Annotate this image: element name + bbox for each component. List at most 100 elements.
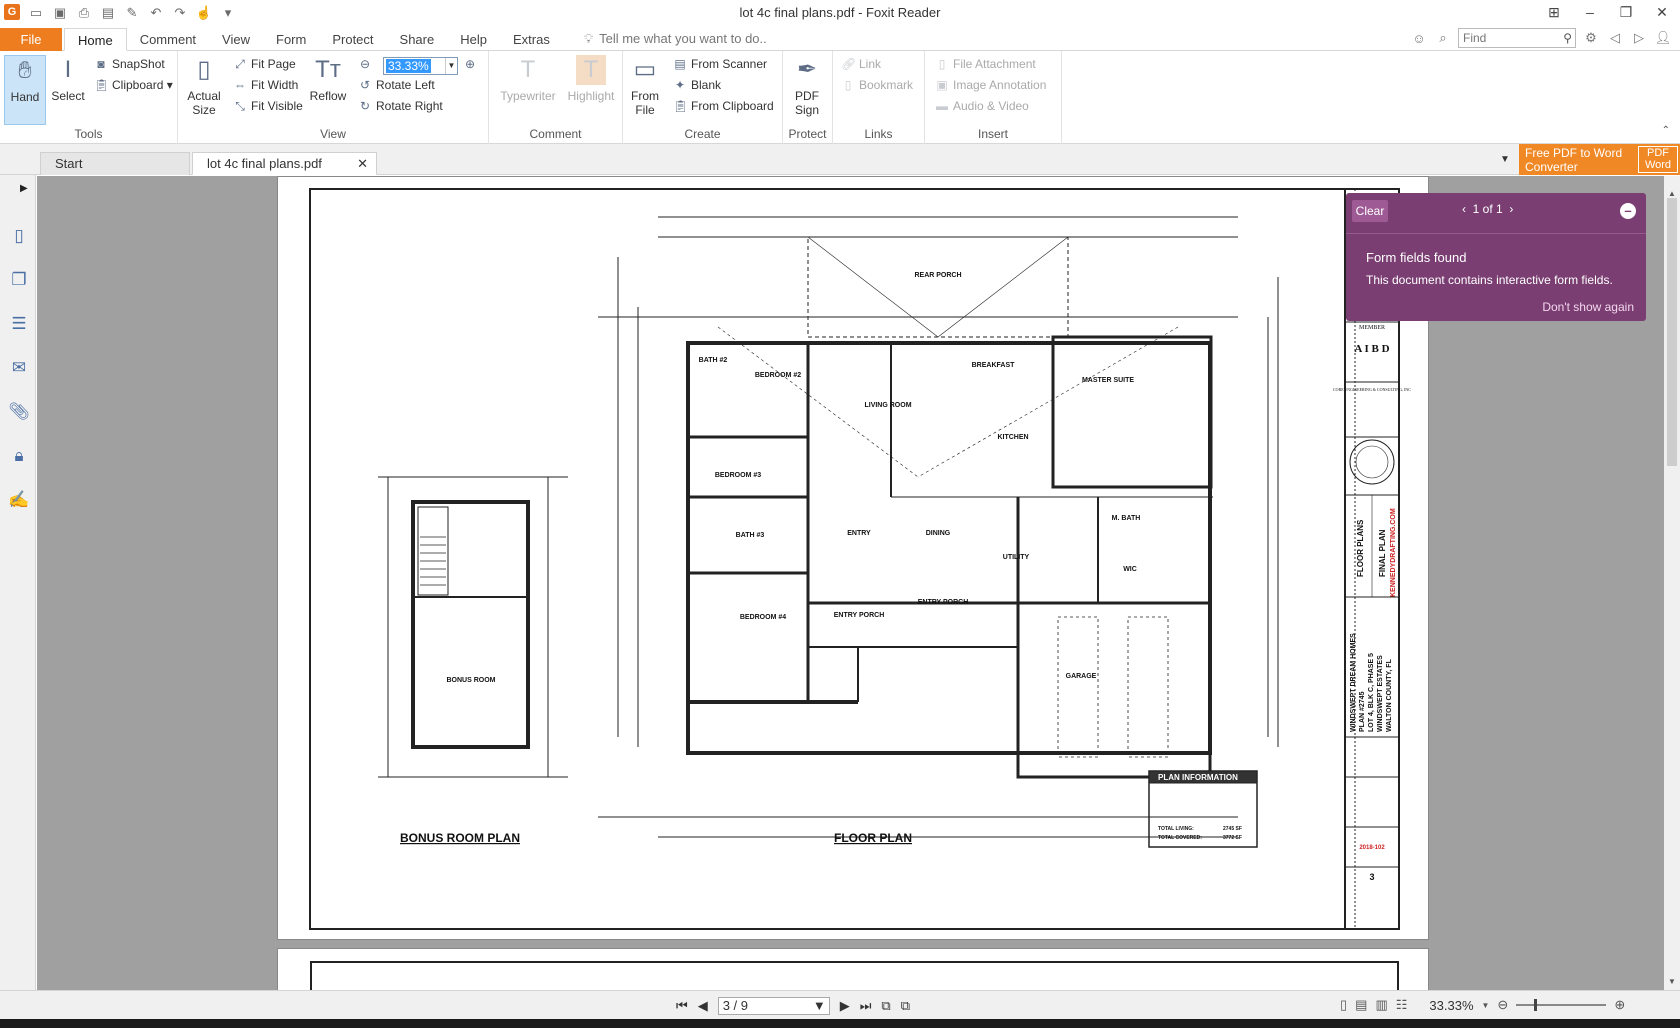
back-icon[interactable]: ◁ [1606, 30, 1624, 46]
room-bonus: BONUS ROOM [447, 677, 496, 684]
expand-panel-icon[interactable]: ▶ [20, 183, 28, 194]
security-panel-icon[interactable]: 🔒︎ [8, 445, 30, 467]
prev-notification-icon[interactable]: ‹ [1462, 202, 1466, 216]
tile-icon[interactable]: ⊞ [1536, 0, 1572, 26]
tab-home[interactable]: Home [64, 28, 127, 51]
find-input[interactable]: Find ⚲ [1458, 28, 1576, 48]
tab-comment[interactable]: Comment [127, 28, 209, 51]
image-annotation-button[interactable]: ▣ Image Annotation [935, 78, 1046, 92]
single-page-icon[interactable]: ▯ [1340, 997, 1347, 1013]
search-icon[interactable]: ⚲ [1563, 29, 1572, 47]
tab-protect[interactable]: Protect [319, 28, 386, 51]
close-button[interactable]: ✕ [1644, 0, 1680, 26]
highlight-button[interactable]: T Highlight [565, 55, 617, 103]
zoom-out-button[interactable]: ⊖ [358, 57, 376, 71]
tab-list-dropdown-icon[interactable]: ▼ [1500, 154, 1510, 165]
clear-button[interactable]: Clear [1352, 200, 1388, 222]
settings-icon[interactable]: ⚙ [1582, 30, 1600, 46]
prev-page-icon[interactable]: ◀ [698, 998, 708, 1014]
comments-panel-icon[interactable]: ✉ [8, 357, 30, 379]
tell-me-box[interactable]: 💡︎ Tell me what you want to do.. [584, 31, 767, 47]
forward-icon[interactable]: ▷ [1630, 30, 1648, 46]
from-scanner-button[interactable]: ▤ From Scanner [673, 57, 767, 71]
tab-share[interactable]: Share [387, 28, 448, 51]
page-number-input[interactable]: 3 / 9 ▼ [717, 997, 830, 1015]
image-icon: ▣ [936, 78, 948, 92]
tab-start[interactable]: Start [40, 152, 190, 175]
continuous-icon[interactable]: ▤ [1355, 997, 1367, 1013]
tab-extras[interactable]: Extras [500, 28, 563, 51]
create-group-label: Create [684, 127, 721, 141]
dont-show-again-link[interactable]: Don't show again [1542, 300, 1634, 314]
next-notification-icon[interactable]: › [1509, 202, 1513, 216]
next-page-icon[interactable]: ▶ [840, 998, 850, 1014]
facing-icon[interactable]: ▥ [1375, 997, 1387, 1013]
file-menu[interactable]: File [0, 28, 62, 51]
rotate-left-button[interactable]: ↺ Rotate Left [358, 78, 435, 92]
blank-button[interactable]: ✦ Blank [673, 78, 721, 92]
continuous-facing-icon[interactable]: ☷ [1396, 997, 1408, 1013]
fit-visible-button[interactable]: ⤡ Fit Visible [233, 99, 303, 114]
tab-help[interactable]: Help [447, 28, 500, 51]
group-comment: T Typewriter T Highlight Comment [489, 51, 623, 144]
scroll-down-icon[interactable]: ▼ [1664, 974, 1680, 990]
ribbon: ✋︎ Hand I Select ◙ SnapShot 📋︎ Clipboard ▾… [0, 51, 1680, 144]
fit-width-button[interactable]: ⇔ Fit Width [233, 78, 298, 92]
promo-banner[interactable]: Free PDF to Word Converter PDF Word [1519, 144, 1680, 175]
bookmark-button[interactable]: ▯ Bookmark [841, 78, 913, 92]
scrollbar-thumb[interactable] [1667, 198, 1677, 466]
minimize-notification-icon[interactable]: – [1620, 203, 1636, 219]
zoom-in-status-icon[interactable]: ⊕ [1614, 997, 1625, 1013]
actual-size-button[interactable]: ▯ Actual Size [184, 55, 224, 117]
fit-page-button[interactable]: ⤢ Fit Page [233, 57, 296, 72]
tab-form[interactable]: Form [263, 28, 319, 51]
typewriter-button[interactable]: T Typewriter [497, 55, 559, 103]
user-icon[interactable]: 👤︎ [1654, 30, 1672, 46]
layers-panel-icon[interactable]: ☰ [8, 313, 30, 335]
zoom-dropdown-icon[interactable]: ▼ [1482, 1001, 1490, 1010]
file-icon: ▭ [633, 56, 657, 83]
minimize-button[interactable]: – [1572, 0, 1608, 26]
zoom-slider[interactable] [1516, 999, 1607, 1011]
tab-file[interactable]: lot 4c final plans.pdf ✕ [192, 152, 377, 175]
from-file-button[interactable]: ▭ From File [627, 55, 663, 117]
clipboard-button[interactable]: 📋︎ Clipboard ▾ [94, 78, 173, 92]
collapse-ribbon-icon[interactable]: ⌃ [1662, 125, 1670, 136]
restore-button[interactable]: ❐ [1608, 0, 1644, 26]
from-clipboard-button[interactable]: 📋︎ From Clipboard [673, 99, 774, 113]
close-tab-icon[interactable]: ✕ [357, 153, 368, 175]
next-view-icon[interactable]: ⧉ [901, 998, 910, 1014]
audio-video-button[interactable]: ▬ Audio & Video [935, 99, 1029, 113]
member-label: MEMBER [1359, 325, 1385, 331]
first-page-icon[interactable]: ⏮ [676, 998, 688, 1014]
zoom-in-button[interactable]: ⊕ [463, 57, 481, 71]
file-attachment-label: File Attachment [953, 57, 1036, 71]
hand-button[interactable]: ✋︎ Hand [4, 55, 46, 125]
last-page-icon[interactable]: ⏭ [860, 998, 872, 1014]
zoom-input[interactable]: 33.33% ▼ [383, 57, 458, 75]
file-attachment-button[interactable]: ▯ File Attachment [935, 57, 1036, 71]
select-button[interactable]: I Select [48, 55, 88, 103]
zoom-value: 33.33% [386, 59, 431, 73]
attachments-panel-icon[interactable]: 📎︎ [8, 401, 30, 423]
tab-start-label: Start [55, 156, 83, 171]
previous-view-icon[interactable]: ⧉ [881, 998, 890, 1014]
link-icon: 🔗︎ [841, 57, 857, 71]
rotate-right-button[interactable]: ↻ Rotate Right [358, 99, 443, 113]
page-dropdown-icon[interactable]: ▼ [813, 998, 826, 1014]
like-icon[interactable]: ☺ [1410, 31, 1428, 46]
snapshot-button[interactable]: ◙ SnapShot [94, 57, 164, 71]
client-line-3: LOT 4, BLK C, PHASE 5 [1368, 653, 1375, 732]
tab-view[interactable]: View [209, 28, 263, 51]
bookmarks-panel-icon[interactable]: ▯ [8, 225, 30, 247]
link-button[interactable]: 🔗︎ Link [841, 57, 881, 71]
zoom-slider-knob[interactable] [1534, 999, 1538, 1011]
pdf-sign-button[interactable]: ✒ PDF Sign [787, 55, 827, 117]
chevron-down-icon[interactable]: ▼ [445, 58, 457, 74]
pages-panel-icon[interactable]: ❐ [8, 269, 30, 291]
find-folder-icon[interactable]: ⌕ [1434, 30, 1452, 46]
signature-panel-icon[interactable]: ✍ [8, 489, 30, 511]
zoom-out-status-icon[interactable]: ⊖ [1497, 997, 1508, 1013]
reflow-button[interactable]: Tт Reflow [308, 55, 348, 103]
vertical-scrollbar[interactable]: ▲ ▼ [1664, 176, 1680, 990]
